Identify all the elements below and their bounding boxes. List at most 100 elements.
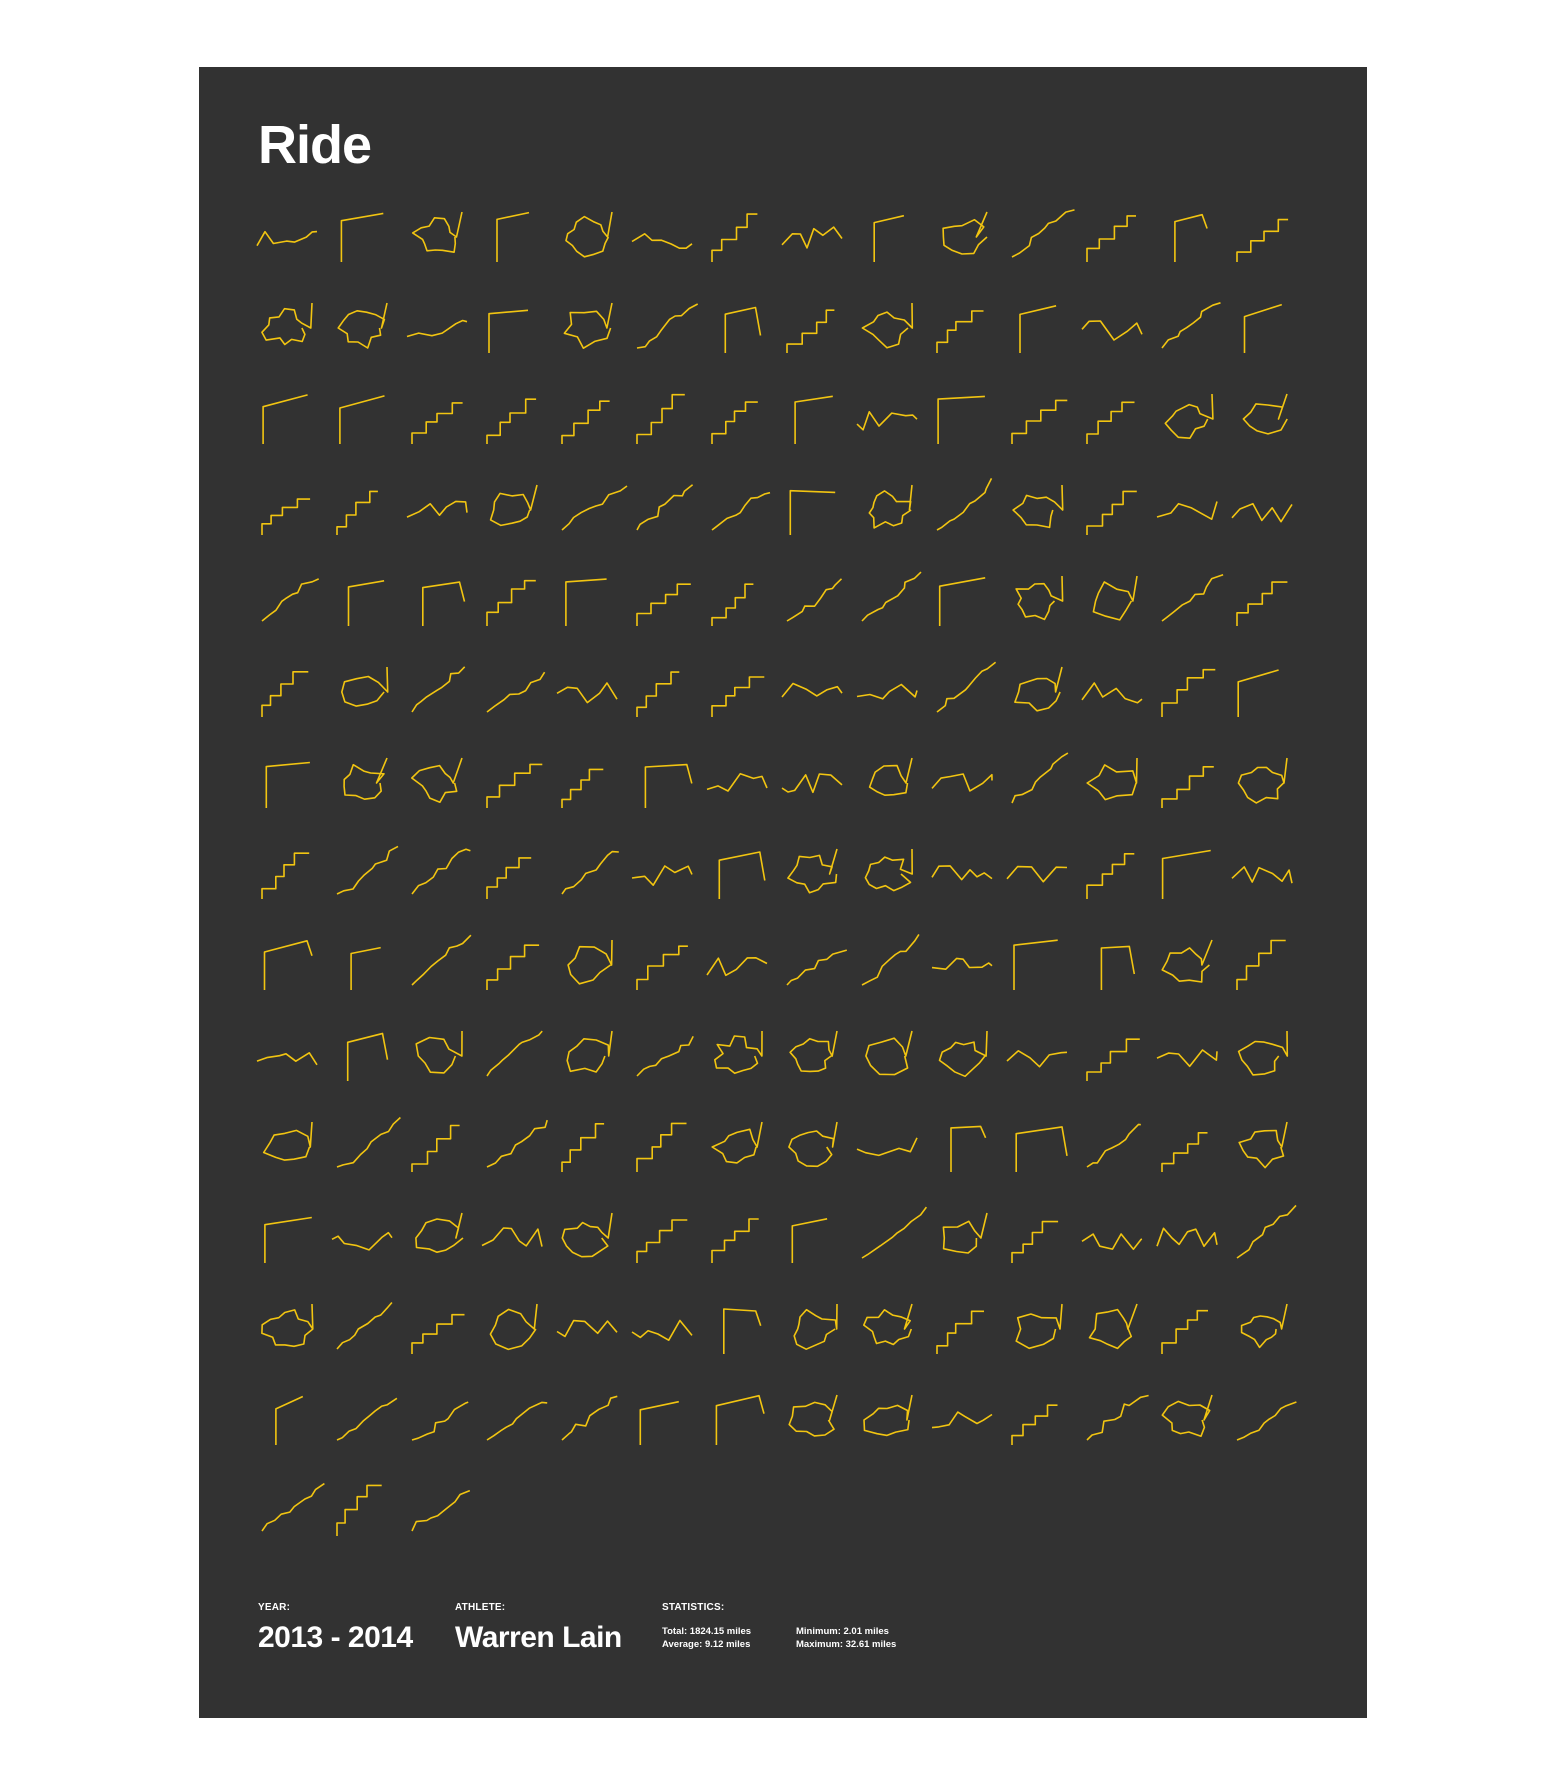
- route-trace: [481, 1227, 543, 1247]
- route-trace: [339, 395, 385, 444]
- route-trace: [489, 1303, 538, 1351]
- route-trace: [1156, 501, 1218, 521]
- route-trace: [264, 1216, 312, 1263]
- route-trace: [486, 857, 532, 899]
- route-trace: [343, 757, 388, 801]
- route-trace: [556, 682, 618, 704]
- route-trace: [1015, 575, 1064, 621]
- route-trace: [336, 1484, 382, 1536]
- route-trace: [1011, 1404, 1058, 1445]
- route-trace: [261, 498, 311, 535]
- route-trace: [262, 394, 308, 444]
- route-trace: [631, 232, 693, 250]
- route-trace: [336, 1397, 398, 1441]
- route-trace: [1086, 852, 1135, 899]
- route-trace: [718, 851, 766, 899]
- route-trace: [561, 400, 610, 444]
- route-trace: [336, 490, 378, 535]
- poster-title: Ride: [258, 115, 372, 175]
- route-trace: [561, 768, 604, 808]
- route-trace: [1236, 581, 1288, 626]
- route-trace: [936, 478, 993, 531]
- route-trace: [415, 1030, 463, 1074]
- route-trace: [411, 757, 463, 804]
- route-trace: [1243, 303, 1283, 353]
- stat-average: Average: 9.12 miles: [662, 1639, 751, 1650]
- route-trace: [631, 1319, 693, 1341]
- route-trace: [1161, 668, 1216, 717]
- route-trace: [711, 1121, 763, 1164]
- route-trace: [861, 571, 922, 622]
- stat-maximum: Maximum: 32.61 miles: [796, 1639, 897, 1650]
- route-trace: [636, 945, 688, 990]
- route-trace: [496, 211, 530, 262]
- route-trace: [631, 865, 693, 887]
- route-trace: [791, 1218, 828, 1263]
- route-trace: [865, 1030, 913, 1076]
- route-trace: [861, 1206, 928, 1259]
- route-trace: [1006, 1049, 1068, 1068]
- route-trace: [261, 670, 309, 717]
- route-trace: [261, 852, 310, 899]
- route-trace: [256, 230, 318, 247]
- route-trace: [1242, 393, 1288, 435]
- route-trace: [1236, 1204, 1297, 1259]
- route-trace: [788, 1121, 838, 1168]
- route-trace: [561, 1122, 605, 1172]
- stat-minimum: Minimum: 2.01 miles: [796, 1626, 889, 1637]
- route-trace: [636, 583, 691, 626]
- route-trace: [786, 949, 848, 986]
- route-trace: [856, 683, 918, 700]
- route-trace: [868, 757, 913, 797]
- route-trace: [563, 302, 613, 349]
- route-trace: [931, 773, 993, 792]
- route-trace: [261, 578, 320, 622]
- route-trace: [788, 1394, 838, 1437]
- route-trace: [411, 666, 466, 713]
- route-trace: [486, 763, 543, 808]
- route-trace: [486, 579, 536, 626]
- route-trace: [636, 1035, 694, 1077]
- route-trace: [1086, 401, 1135, 444]
- route-trace: [639, 1400, 679, 1445]
- route-trace: [722, 1308, 762, 1354]
- route-trace: [1014, 666, 1063, 712]
- route-trace: [711, 491, 771, 531]
- route-trace: [1161, 1309, 1208, 1354]
- route-trace: [411, 934, 472, 986]
- athlete-label: ATHLETE:: [455, 1602, 506, 1613]
- route-trace: [636, 484, 694, 531]
- route-trace: [711, 676, 765, 717]
- route-trace: [873, 214, 905, 262]
- route-trace: [636, 393, 685, 444]
- route-trace: [789, 489, 836, 535]
- year-label: YEAR:: [258, 1602, 291, 1613]
- route-trace: [1012, 484, 1064, 529]
- route-trace: [931, 865, 993, 881]
- route-trace: [341, 666, 389, 707]
- route-trace: [567, 939, 613, 985]
- route-trace: [786, 578, 843, 622]
- route-trace: [1237, 669, 1279, 717]
- route-trace: [262, 1121, 313, 1161]
- route-trace: [336, 1301, 393, 1350]
- route-trace: [411, 1401, 469, 1441]
- route-trace: [1240, 1303, 1288, 1349]
- route-trace: [644, 763, 693, 808]
- route-trace: [636, 671, 680, 717]
- route-trace: [331, 1231, 393, 1251]
- route-trace: [1236, 218, 1289, 262]
- ride-poster: Ride YEAR: 2013 - 2014 ATHLETE: Warren L…: [199, 67, 1367, 1718]
- route-trace: [1237, 1030, 1289, 1076]
- route-trace: [1237, 757, 1288, 804]
- route-trace: [793, 1303, 838, 1350]
- route-trace: [566, 1030, 613, 1073]
- route-trace: [789, 1030, 838, 1073]
- route-trace: [861, 302, 914, 349]
- route-trace: [711, 1218, 759, 1263]
- route-trace: [636, 1219, 688, 1263]
- route-trace: [706, 956, 768, 977]
- route-trace: [942, 211, 988, 255]
- route-trace: [261, 302, 313, 346]
- route-trace: [715, 1394, 765, 1445]
